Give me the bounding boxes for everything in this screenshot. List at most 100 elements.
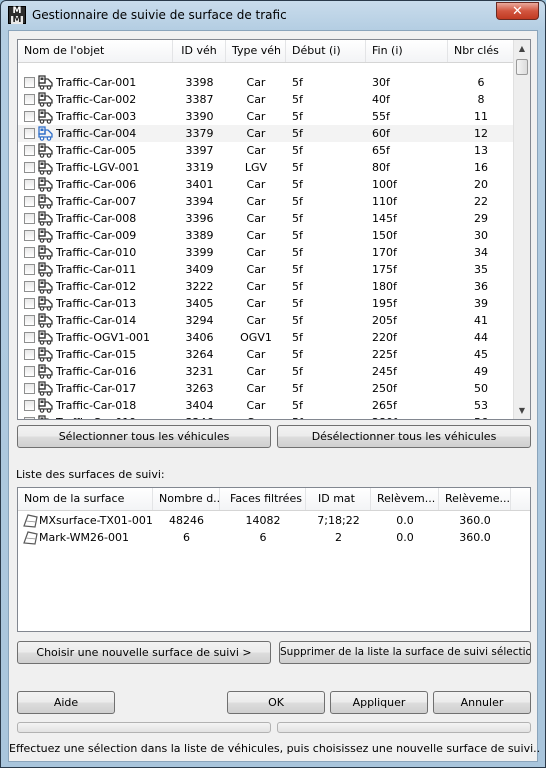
- vehicle-checkbox[interactable]: [24, 128, 35, 139]
- vehicle-end: 245f: [372, 365, 397, 378]
- vehicle-row[interactable]: Traffic-Car-016 3231 Car 5f 245f 49: [18, 363, 514, 380]
- col-surface-name[interactable]: Nom de la surface: [18, 488, 153, 510]
- vehicle-type: Car: [246, 399, 266, 412]
- vehicle-list-header: Nom de l'objet ID véh Type véh Début (i)…: [18, 40, 514, 63]
- select-all-vehicles-button[interactable]: Sélectionner tous les véhicules: [17, 425, 271, 448]
- vehicle-checkbox[interactable]: [24, 417, 35, 419]
- vehicle-icon: [38, 194, 53, 209]
- vehicle-keys: 6: [477, 76, 485, 89]
- col-filtered-faces[interactable]: Faces filtrées: [220, 488, 306, 510]
- vehicle-row[interactable]: Traffic-Car-013 3405 Car 5f 195f 39: [18, 295, 514, 312]
- vehicle-row[interactable]: Traffic-Car-011 3409 Car 5f 175f 35: [18, 261, 514, 278]
- deselect-all-vehicles-button[interactable]: Désélectionner tous les véhicules: [277, 425, 531, 448]
- cancel-button[interactable]: Annuler: [433, 691, 531, 714]
- ok-button[interactable]: OK: [227, 691, 325, 714]
- vehicle-row[interactable]: Traffic-Car-015 3264 Car 5f 225f 45: [18, 346, 514, 363]
- vehicle-checkbox[interactable]: [24, 196, 35, 207]
- title-bar[interactable]: M M Gestionnaire de suivie de surface de…: [1, 1, 545, 29]
- vehicle-row[interactable]: Traffic-Car-001 3398 Car 5f 30f 6: [18, 74, 514, 91]
- col-start[interactable]: Début (i): [286, 40, 366, 62]
- vehicle-checkbox[interactable]: [24, 179, 35, 190]
- vehicle-icon: [38, 296, 53, 311]
- vehicle-id: 3398: [185, 76, 214, 89]
- vehicle-row[interactable]: Traffic-Car-010 3399 Car 5f 170f 34: [18, 244, 514, 261]
- vehicle-checkbox[interactable]: [24, 145, 35, 156]
- vehicle-row[interactable]: Traffic-Car-008 3396 Car 5f 145f 29: [18, 210, 514, 227]
- vehicle-checkbox[interactable]: [24, 383, 35, 394]
- vehicle-row[interactable]: Traffic-Car-014 3294 Car 5f 205f 41: [18, 312, 514, 329]
- vehicle-checkbox[interactable]: [24, 400, 35, 411]
- vehicle-type: Car: [246, 127, 266, 140]
- vehicle-name: Traffic-Car-014: [56, 314, 137, 327]
- vehicle-list[interactable]: Nom de l'objet ID véh Type véh Début (i)…: [17, 39, 531, 420]
- vehicle-checkbox[interactable]: [24, 94, 35, 105]
- vehicle-list-scrollbar[interactable]: ▲ ▼: [513, 40, 530, 419]
- surface-faces: 6: [259, 531, 267, 544]
- vehicle-id: 3263: [185, 382, 214, 395]
- surface-name: Mark-WM26-001: [39, 531, 129, 544]
- vehicle-row[interactable]: Traffic-Car-003 3390 Car 5f 55f 11: [18, 108, 514, 125]
- col-end[interactable]: Fin (i): [366, 40, 448, 62]
- surface-row[interactable]: MXsurface-TX01-001 48246 14082 7;18;22 0.0 36…: [18, 512, 530, 529]
- close-button[interactable]: ✕: [496, 2, 539, 20]
- col-vehicle-id[interactable]: ID véh: [173, 40, 226, 62]
- vehicle-checkbox[interactable]: [24, 162, 35, 173]
- vehicle-keys: 34: [474, 246, 488, 259]
- vehicle-row[interactable]: Traffic-Car-005 3397 Car 5f 65f 13: [18, 142, 514, 159]
- scroll-up-arrow-icon[interactable]: ▲: [514, 40, 530, 57]
- vehicle-icon: [38, 279, 53, 294]
- vehicle-type: Car: [246, 178, 266, 191]
- vehicle-row[interactable]: Traffic-Car-004 3379 Car 5f 60f 12: [18, 125, 514, 142]
- vehicle-checkbox[interactable]: [24, 281, 35, 292]
- vehicle-row[interactable]: Traffic-Car-002 3387 Car 5f 40f 8: [18, 91, 514, 108]
- vehicle-checkbox[interactable]: [24, 315, 35, 326]
- vehicle-row[interactable]: Traffic-Car-0193246Car5f280f56: [18, 414, 514, 419]
- vehicle-checkbox[interactable]: [24, 298, 35, 309]
- col-face-count[interactable]: Nombre d...: [153, 488, 220, 510]
- surface-icon: [23, 530, 38, 545]
- dialog-window: M M Gestionnaire de suivie de surface de…: [0, 0, 546, 768]
- remove-surface-button[interactable]: Supprimer de la liste la surface de suiv…: [279, 641, 531, 664]
- col-key-count[interactable]: Nbr clés: [448, 40, 514, 62]
- vehicle-row[interactable]: Traffic-LGV-001 3319 LGV 5f 80f 16: [18, 159, 514, 176]
- vehicle-checkbox[interactable]: [24, 247, 35, 258]
- col-object-name[interactable]: Nom de l'objet: [18, 40, 173, 62]
- vehicle-checkbox[interactable]: [24, 230, 35, 241]
- vehicle-checkbox[interactable]: [24, 332, 35, 343]
- vehicle-checkbox[interactable]: [24, 366, 35, 377]
- vehicle-row[interactable]: Traffic-Car-018 3404 Car 5f 265f 53: [18, 397, 514, 414]
- vehicle-checkbox[interactable]: [24, 349, 35, 360]
- vehicle-checkbox[interactable]: [24, 264, 35, 275]
- vehicle-row[interactable]: Traffic-Car-012 3222 Car 5f 180f 36: [18, 278, 514, 295]
- vehicle-checkbox[interactable]: [24, 213, 35, 224]
- scrollbar-thumb[interactable]: [516, 59, 528, 75]
- surface-list[interactable]: Nom de la surface Nombre d... Faces filt…: [17, 487, 531, 632]
- apply-button[interactable]: Appliquer: [330, 691, 428, 714]
- surface-row[interactable]: Mark-WM26-001 6 6 2 0.0 360.0: [18, 529, 530, 546]
- choose-surface-button[interactable]: Choisir une nouvelle surface de suivi >: [17, 641, 271, 664]
- col-mat-id[interactable]: ID mat: [306, 488, 371, 510]
- vehicle-row[interactable]: Traffic-OGV1-001 3406 OGV1 5f 220f 44: [18, 329, 514, 346]
- vehicle-checkbox[interactable]: [24, 77, 35, 88]
- vehicle-row[interactable]: Traffic-Car-006 3401 Car 5f 100f 20: [18, 176, 514, 193]
- col-bearing-2[interactable]: Relèveme...: [439, 488, 511, 510]
- vehicle-type: Car: [226, 414, 286, 419]
- surface-name: MXsurface-TX01-001: [39, 514, 153, 527]
- vehicle-id: 3319: [185, 161, 214, 174]
- vehicle-row[interactable]: Traffic-Car-017 3263 Car 5f 250f 50: [18, 380, 514, 397]
- col-vehicle-type[interactable]: Type véh: [226, 40, 286, 62]
- vehicle-type: Car: [246, 263, 266, 276]
- vehicle-row[interactable]: Traffic-Car-009 3389 Car 5f 150f 30: [18, 227, 514, 244]
- vehicle-id: 3396: [185, 212, 214, 225]
- help-button[interactable]: Aide: [17, 691, 115, 714]
- scroll-down-arrow-icon[interactable]: ▼: [514, 402, 530, 419]
- status-text: Effectuez une sélection dans la liste de…: [9, 742, 539, 755]
- vehicle-row[interactable]: Traffic-Car-007 3394 Car 5f 110f 22: [18, 193, 514, 210]
- col-bearing-1[interactable]: Relèvem...: [371, 488, 439, 510]
- dialog-client: Nom de l'objet ID véh Type véh Début (i)…: [8, 30, 538, 762]
- vehicle-keys: 41: [474, 314, 488, 327]
- vehicle-icon: [38, 330, 53, 345]
- vehicle-checkbox[interactable]: [24, 111, 35, 122]
- close-icon: ✕: [512, 4, 523, 19]
- app-icon[interactable]: M M: [8, 6, 26, 25]
